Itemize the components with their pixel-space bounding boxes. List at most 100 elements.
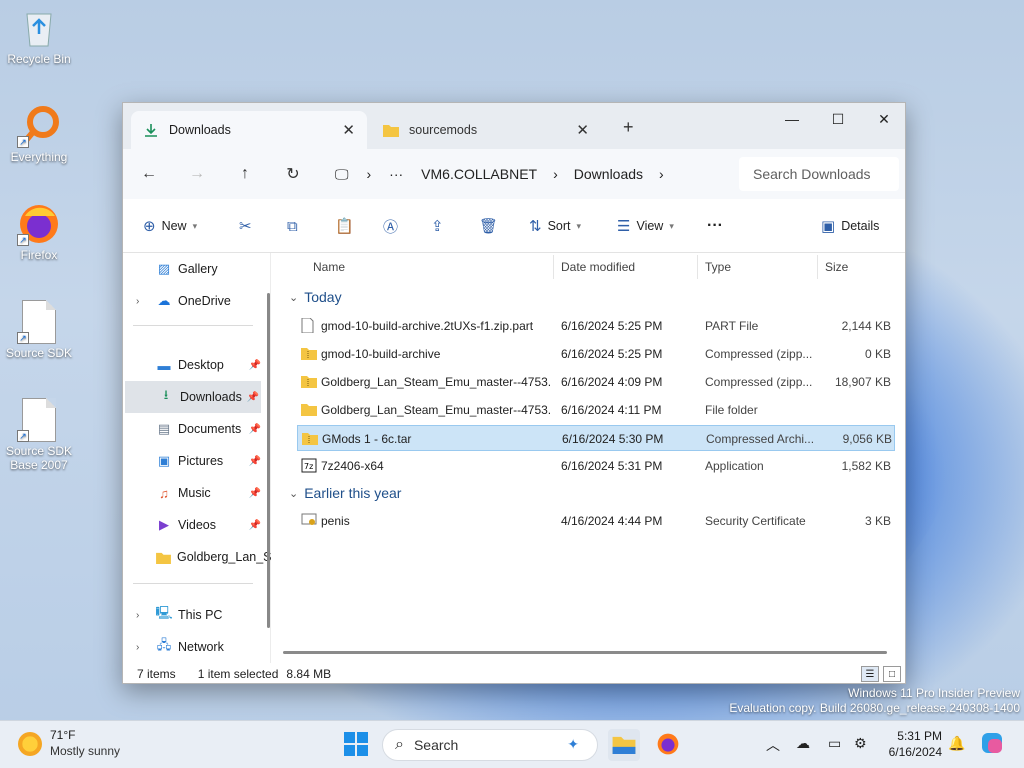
desktop-icon-source-sdk-base[interactable]: ↗ Source SDK Base 2007 bbox=[4, 398, 74, 472]
column-header-name[interactable]: Name bbox=[313, 253, 345, 281]
table-row[interactable]: 7z 7z2406-x64 6/16/2024 5:31 PM Applicat… bbox=[297, 453, 895, 479]
column-header-size[interactable]: Size bbox=[825, 253, 848, 281]
new-tab-button[interactable]: + bbox=[623, 117, 634, 138]
clock-date[interactable]: 6/16/2024 bbox=[880, 745, 942, 759]
desktop-icon-firefox[interactable]: ↗ Firefox bbox=[4, 202, 74, 262]
chevron-right-icon: › bbox=[659, 166, 664, 182]
nav-item-goldberg[interactable]: Goldberg_Lan_S bbox=[123, 541, 272, 573]
file-name: penis bbox=[321, 514, 350, 528]
desktop-icon-source-sdk[interactable]: ↗ Source SDK bbox=[4, 300, 74, 360]
chevron-up-icon[interactable]: ︿ bbox=[766, 735, 780, 755]
view-list-icon: ☰ bbox=[617, 218, 631, 235]
nav-item-desktop[interactable]: ▬ Desktop 📌 bbox=[123, 349, 263, 381]
network-icon[interactable]: ⚙ bbox=[854, 735, 867, 752]
rename-button[interactable]: Ⓐ bbox=[383, 215, 404, 237]
forward-button[interactable]: → bbox=[185, 162, 209, 186]
nav-label: Downloads bbox=[180, 390, 242, 404]
nav-item-documents[interactable]: ▤ Documents 📌 bbox=[123, 413, 263, 445]
breadcrumb-item-downloads[interactable]: Downloads bbox=[574, 166, 643, 182]
sort-button[interactable]: ⇅ Sort ▾ bbox=[529, 215, 581, 237]
up-button[interactable]: ↑ bbox=[233, 162, 257, 186]
nav-item-pictures[interactable]: ▣ Pictures 📌 bbox=[123, 445, 263, 477]
file-type: File folder bbox=[705, 403, 758, 417]
download-icon bbox=[143, 122, 159, 138]
copy-button[interactable]: ⧉ bbox=[287, 215, 304, 237]
taskbar-search[interactable]: ⌕ Search ✦ bbox=[382, 729, 598, 761]
delete-button[interactable]: 🗑 bbox=[479, 215, 504, 237]
videos-icon: ▶ bbox=[159, 517, 169, 532]
nav-scrollbar[interactable] bbox=[267, 293, 270, 628]
tiles-view-button[interactable]: □ bbox=[883, 666, 901, 682]
nav-item-music[interactable]: ♫ Music 📌 bbox=[123, 477, 263, 509]
nav-item-onedrive[interactable]: › ☁ OneDrive bbox=[123, 285, 263, 317]
taskbar-file-explorer[interactable] bbox=[608, 729, 640, 761]
address-bar-row: ← → ↑ ↻ 🖵 › ··· VM6.COLLABNET › Download… bbox=[123, 149, 905, 199]
view-button[interactable]: ☰ View ▾ bbox=[617, 215, 674, 237]
tab-sourcemods[interactable]: sourcemods ✕ bbox=[371, 111, 601, 149]
desktop-icon-everything[interactable]: ↗ Everything bbox=[4, 104, 74, 164]
close-tab-icon[interactable]: ✕ bbox=[342, 121, 355, 139]
notification-bell-icon[interactable]: 🔔 bbox=[948, 735, 965, 752]
minimize-button[interactable]: — bbox=[769, 103, 815, 135]
details-view-button[interactable]: ☰ bbox=[861, 666, 879, 682]
maximize-button[interactable]: ☐ bbox=[815, 103, 861, 135]
table-row[interactable]: gmod-10-build-archive.2tUXs-f1.zip.part … bbox=[297, 313, 895, 339]
table-row[interactable]: Goldberg_Lan_Steam_Emu_master--4753... 6… bbox=[297, 369, 895, 395]
close-button[interactable]: ✕ bbox=[861, 103, 907, 135]
nav-item-network[interactable]: › 🖧 Network bbox=[123, 631, 263, 663]
sort-label: Sort bbox=[547, 219, 571, 233]
breadcrumb-item-vm6[interactable]: VM6.COLLABNET bbox=[421, 166, 537, 182]
breadcrumb-overflow[interactable]: ··· bbox=[389, 166, 403, 182]
search-input[interactable]: Search Downloads bbox=[739, 157, 899, 191]
tab-downloads[interactable]: Downloads ✕ bbox=[131, 111, 367, 149]
group-header-today[interactable]: ⌄ Today bbox=[289, 285, 342, 309]
new-button[interactable]: ⊕ New ▾ bbox=[143, 215, 197, 237]
nav-item-gallery[interactable]: ▨ Gallery bbox=[123, 253, 263, 285]
chevron-down-icon: ⌄ bbox=[289, 487, 299, 500]
copilot-icon[interactable] bbox=[980, 731, 1004, 758]
taskbar-firefox[interactable] bbox=[652, 729, 684, 761]
desktop-icon-recycle-bin[interactable]: Recycle Bin bbox=[4, 6, 74, 66]
display-icon[interactable]: ▭ bbox=[828, 735, 841, 752]
chevron-right-icon[interactable]: › bbox=[136, 642, 139, 653]
column-divider[interactable] bbox=[553, 255, 554, 279]
cut-button[interactable]: ✂ bbox=[239, 215, 258, 237]
column-header-type[interactable]: Type bbox=[705, 253, 731, 281]
everything-search-icon: ↗ bbox=[17, 104, 61, 148]
breadcrumb[interactable]: 🖵 › ··· VM6.COLLABNET › Downloads › bbox=[335, 149, 664, 199]
column-divider[interactable] bbox=[697, 255, 698, 279]
file-name: Goldberg_Lan_Steam_Emu_master--4753... bbox=[321, 403, 551, 417]
nav-item-videos[interactable]: ▶ Videos 📌 bbox=[123, 509, 263, 541]
nav-item-downloads[interactable]: ⭳ Downloads 📌 bbox=[125, 381, 261, 413]
column-header-date[interactable]: Date modified bbox=[561, 253, 635, 281]
start-button[interactable] bbox=[340, 729, 372, 761]
more-options-button[interactable]: ··· bbox=[707, 215, 723, 237]
group-header-earlier[interactable]: ⌄ Earlier this year bbox=[289, 481, 401, 505]
table-row[interactable]: Goldberg_Lan_Steam_Emu_master--4753... 6… bbox=[297, 397, 895, 423]
table-row[interactable]: gmod-10-build-archive 6/16/2024 5:25 PM … bbox=[297, 341, 895, 367]
file-name: gmod-10-build-archive bbox=[321, 347, 441, 361]
column-divider[interactable] bbox=[817, 255, 818, 279]
paste-button[interactable]: 📋 bbox=[335, 215, 360, 237]
trash-icon: 🗑 bbox=[479, 218, 499, 235]
search-placeholder: Search Downloads bbox=[753, 166, 871, 182]
back-button[interactable]: ← bbox=[137, 162, 161, 186]
horizontal-scrollbar[interactable] bbox=[283, 651, 887, 654]
share-button[interactable]: ⇪ bbox=[431, 215, 450, 237]
weather-temp: 71°F bbox=[50, 728, 76, 742]
onedrive-offline-icon[interactable]: ☁ bbox=[796, 735, 810, 752]
table-row-selected[interactable]: GMods 1 - 6c.tar 6/16/2024 5:30 PM Compr… bbox=[297, 425, 895, 451]
command-bar: ⊕ New ▾ ✂ ⧉ 📋 Ⓐ ⇪ 🗑 ⇅ Sort ▾ ☰ View ▾ ··· ▣ Det… bbox=[123, 199, 905, 253]
chevron-right-icon[interactable]: › bbox=[136, 296, 139, 307]
pictures-icon: ▣ bbox=[157, 453, 171, 468]
clock-time[interactable]: 5:31 PM bbox=[884, 729, 942, 743]
close-tab-icon[interactable]: ✕ bbox=[576, 121, 589, 139]
tab-label: sourcemods bbox=[409, 123, 478, 137]
chevron-right-icon[interactable]: › bbox=[136, 610, 139, 621]
file-type: Application bbox=[705, 459, 764, 473]
nav-item-this-pc[interactable]: › 🖳 This PC bbox=[123, 599, 263, 631]
refresh-button[interactable]: ↻ bbox=[281, 162, 305, 186]
details-pane-button[interactable]: ▣ Details bbox=[821, 215, 879, 237]
table-row[interactable]: penis 4/16/2024 4:44 PM Security Certifi… bbox=[297, 508, 895, 534]
file-size: 18,907 KB bbox=[834, 375, 891, 389]
